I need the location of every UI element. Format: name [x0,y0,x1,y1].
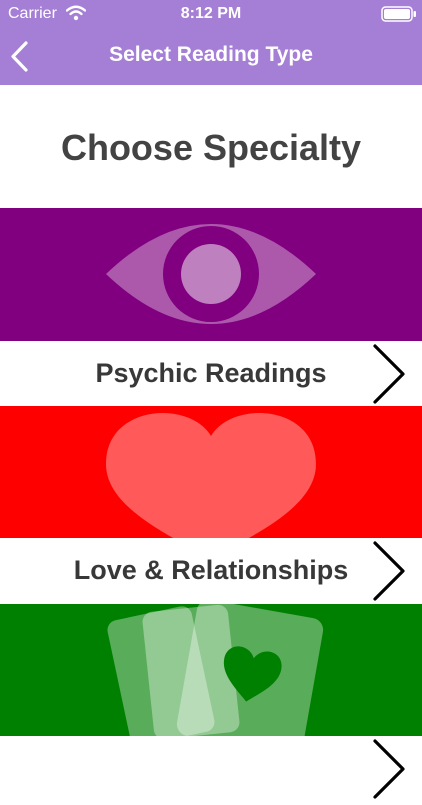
eye-icon [0,208,422,341]
chevron-right-icon [370,343,410,405]
nav-bar: Carrier 8:12 PM Select Reading Type [0,0,422,85]
psychic-readings-banner[interactable] [0,208,422,341]
heart-icon [0,406,422,538]
love-relationships-label: Love & Relationships [73,555,349,585]
chevron-right-icon [370,738,410,800]
psychic-readings-label: Psychic Readings [95,358,327,388]
page-title: Choose Specialty [60,127,362,168]
love-relationships-banner[interactable] [0,406,422,538]
psychic-readings-item[interactable]: Psychic Readings [0,341,422,406]
nav-title: Select Reading Type [109,43,313,66]
love-relationships-item[interactable]: Love & Relationships [0,538,422,603]
chevron-right-icon [370,540,410,602]
tarot-readings-banner[interactable] [0,604,422,750]
tarot-readings-item[interactable] [0,736,422,799]
battery-icon [381,6,417,22]
tarot-cards-icon [0,604,422,750]
status-time: 8:12 PM [180,5,242,22]
